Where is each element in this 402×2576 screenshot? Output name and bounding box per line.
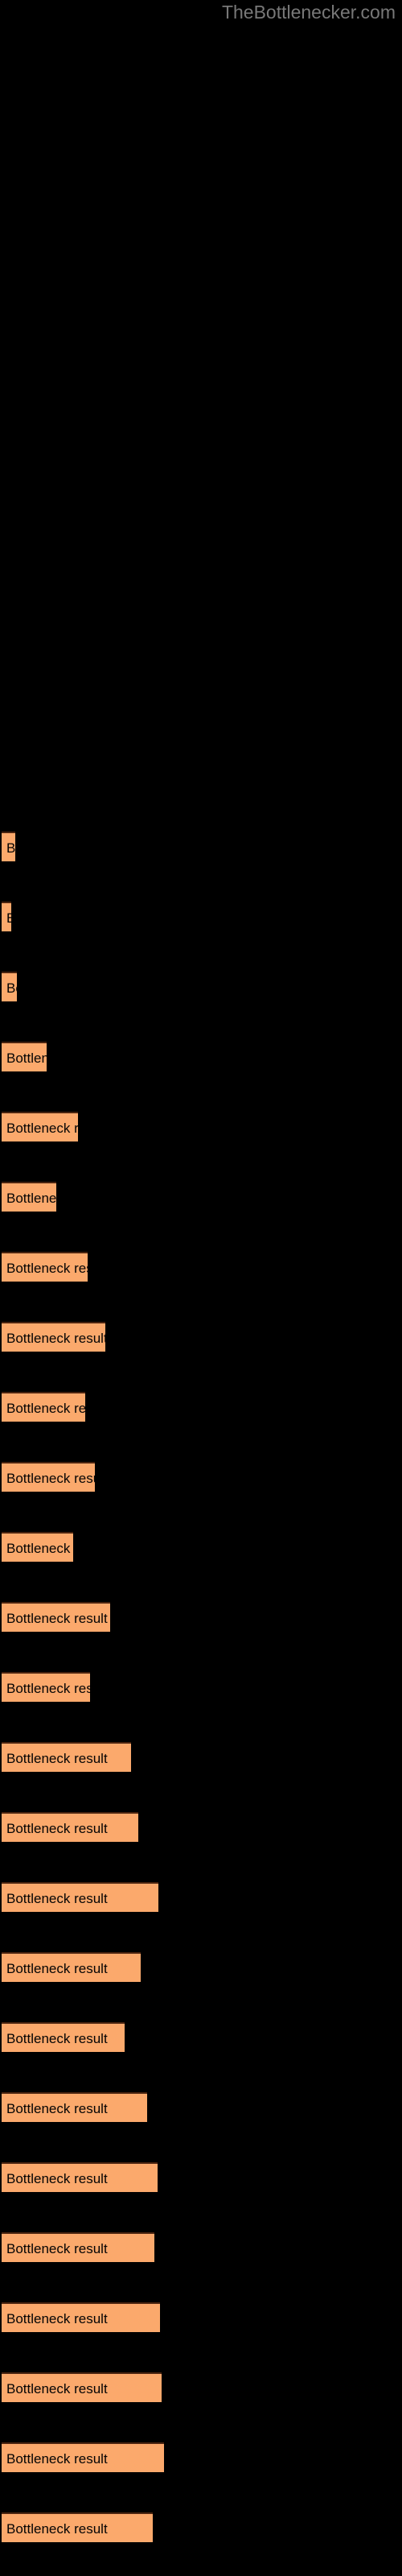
bar-label: Bottleneck result [6, 1751, 108, 1766]
bar: Bottleneck result [2, 1322, 105, 1352]
bar: Bottleneck result [2, 1042, 47, 1071]
bar: Bottleneck result [2, 832, 15, 861]
bar: Bottleneck result [2, 1532, 73, 1562]
bar-label: Bottleneck result [6, 1681, 90, 1696]
bar-label: Bottleneck result [6, 1331, 105, 1346]
bar-label: Bottleneck result [6, 840, 15, 856]
bar-label: Bottleneck result [6, 1191, 56, 1206]
bar-label: Bottleneck result [6, 2171, 108, 2186]
bar-label: Bottleneck result [6, 2381, 108, 2396]
bar: Bottleneck result [2, 2092, 147, 2122]
bar-label: Bottleneck result [6, 1401, 85, 1416]
bar: Bottleneck result [2, 972, 17, 1001]
bar-label: Bottleneck result [6, 2241, 108, 2256]
bar-label: Bottleneck result [6, 1471, 95, 1486]
bar: Bottleneck result [2, 1182, 56, 1212]
bar-label: Bottleneck result [6, 1891, 108, 1906]
bar: Bottleneck result [2, 2302, 160, 2332]
bar: Bottleneck result [2, 2162, 158, 2192]
bar: Bottleneck result [2, 1392, 85, 1422]
bar: Bottleneck result [2, 2022, 125, 2052]
bar: Bottleneck result [2, 2442, 164, 2472]
bar: Bottleneck result [2, 1882, 158, 1912]
bar-label: Bottleneck result [6, 2101, 108, 2116]
bar-label: Bottleneck result [6, 1261, 88, 1276]
bar: Bottleneck result [2, 902, 11, 931]
bar: Bottleneck result [2, 1462, 95, 1492]
bar-label: Bottleneck result [6, 980, 17, 996]
bar: Bottleneck result [2, 2232, 154, 2262]
bar-label: Bottleneck result [6, 1051, 47, 1066]
bar: Bottleneck result [2, 2512, 153, 2542]
bar-label: Bottleneck result [6, 2521, 108, 2537]
bar-label: Bottleneck result [6, 903, 11, 931]
bar-label: Bottleneck result [6, 1961, 108, 1976]
bar: Bottleneck result [2, 1252, 88, 1282]
bar: Bottleneck result [2, 1952, 141, 1982]
bottleneck-bar-chart: Bottleneck result Bottleneck result Bottle… [0, 0, 402, 2576]
bar: Bottleneck result [2, 2372, 162, 2402]
bar: Bottleneck result [2, 1672, 90, 1702]
bar-label: Bottleneck result [6, 1541, 73, 1556]
bar-label: Bottleneck result [6, 1821, 108, 1836]
bar: Bottleneck result [2, 1602, 110, 1632]
bar: Bottleneck result [2, 1112, 78, 1141]
bar-label: Bottleneck result [6, 2031, 108, 2046]
bar-label: Bottleneck result [6, 1611, 108, 1626]
bar: Bottleneck result [2, 1742, 131, 1772]
bar-label: Bottleneck result [6, 2451, 108, 2467]
bar-label: Bottleneck result [6, 1121, 78, 1136]
bar-label: Bottleneck result [6, 2311, 108, 2326]
bar: Bottleneck result [2, 1812, 138, 1842]
